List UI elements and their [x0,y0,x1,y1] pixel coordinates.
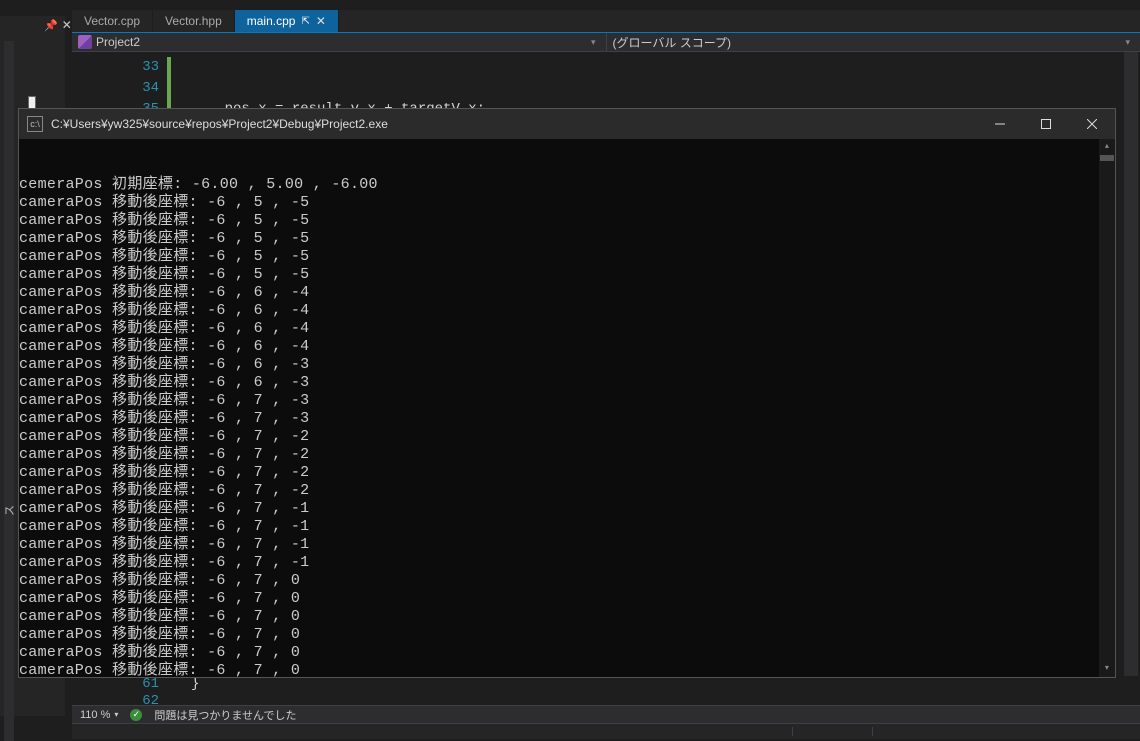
tab-vector-cpp[interactable]: Vector.cpp [72,10,153,32]
console-line: cameraPos 移動後座標: -6 , 6 , -3 [19,374,1115,392]
bottom-panel-tabs [72,723,1140,739]
tab-vector-hpp[interactable]: Vector.hpp [153,10,235,32]
zoom-level[interactable]: 110 % ▾ [80,709,118,721]
console-line: cemeraPos 初期座標: -6.00 , 5.00 , -6.00 [19,176,1115,194]
console-line: cameraPos 移動後座標: -6 , 5 , -5 [19,194,1115,212]
console-titlebar[interactable]: c:\ C:¥Users¥yw325¥source¥repos¥Project2… [19,109,1115,139]
console-line: cameraPos 移動後座標: -6 , 6 , -4 [19,302,1115,320]
project-selector[interactable]: Project2 ▾ [72,33,607,51]
console-output[interactable]: cemeraPos 初期座標: -6.00 , 5.00 , -6.00came… [19,139,1115,677]
scope-selector[interactable]: (グローバル スコープ) ▾ [607,33,1140,51]
app-icon: c:\ [27,116,43,132]
console-line: cameraPos 移動後座標: -6 , 5 , -5 [19,248,1115,266]
pin-icon[interactable]: ⇱ [301,16,309,27]
ide-root: 📌 ✕ スト Vector.cpp Vector.hpp main.cpp ⇱ … [0,0,1140,739]
project-name: Project2 [96,35,140,49]
console-title: C:¥Users¥yw325¥source¥repos¥Project2¥Deb… [51,117,388,131]
tab-bar: Vector.cpp Vector.hpp main.cpp ⇱ ✕ [72,10,1140,32]
pin-icon[interactable]: 📌 [44,19,58,32]
console-line: cameraPos 移動後座標: -6 , 7 , -2 [19,446,1115,464]
navigation-bar: Project2 ▾ (グローバル スコープ) ▾ [72,32,1140,52]
line-number: 34 [72,78,167,99]
console-line: cameraPos 移動後座標: -6 , 7 , -3 [19,392,1115,410]
console-line: cameraPos 移動後座標: -6 , 5 , -5 [19,266,1115,284]
minimize-button[interactable] [977,109,1023,139]
check-icon: ✓ [130,709,142,721]
console-line: cameraPos 移動後座標: -6 , 7 , 0 [19,626,1115,644]
tab-label: Vector.cpp [84,14,140,28]
console-line: cameraPos 移動後座標: -6 , 7 , -1 [19,500,1115,518]
console-line: cameraPos 移動後座標: -6 , 6 , -4 [19,320,1115,338]
console-line: cameraPos 移動後座標: -6 , 7 , -2 [19,428,1115,446]
tab-label: main.cpp [247,14,296,28]
close-icon[interactable]: ✕ [316,14,326,28]
chevron-down-icon: ▾ [1125,37,1130,48]
console-line: cameraPos 移動後座標: -6 , 7 , -1 [19,536,1115,554]
line-number: 61 [72,676,167,693]
maximize-button[interactable] [1023,109,1069,139]
close-icon[interactable]: ✕ [62,18,72,32]
console-line: cameraPos 移動後座標: -6 , 7 , 0 [19,608,1115,626]
console-line: cameraPos 移動後座標: -6 , 5 , -5 [19,230,1115,248]
scope-name: (グローバル スコープ) [613,34,732,51]
console-scrollbar[interactable]: ▴ ▾ [1099,139,1115,677]
status-bar: 110 % ▾ ✓ 問題は見つかりませんでした [72,705,1140,723]
scroll-thumb[interactable] [1100,155,1114,161]
console-line: cameraPos 移動後座標: -6 , 7 , -2 [19,482,1115,500]
console-line: cameraPos 移動後座標: -6 , 7 , -1 [19,518,1115,536]
status-message: 問題は見つかりませんでした [154,707,296,723]
chevron-down-icon: ▾ [114,710,118,719]
chevron-down-icon: ▾ [591,37,596,48]
close-button[interactable] [1069,109,1115,139]
console-line: cameraPos 移動後座標: -6 , 7 , -3 [19,410,1115,428]
console-line: cameraPos 移動後座標: -6 , 6 , -4 [19,338,1115,356]
console-line: cameraPos 移動後座標: -6 , 7 , -2 [19,464,1115,482]
scroll-up-icon[interactable]: ▴ [1099,139,1115,155]
console-window: c:\ C:¥Users¥yw325¥source¥repos¥Project2… [18,108,1116,678]
tab-main-cpp[interactable]: main.cpp ⇱ ✕ [235,10,339,32]
project-icon [78,35,92,49]
side-vertical-strip[interactable]: スト [4,41,14,741]
scroll-down-icon[interactable]: ▾ [1099,661,1115,677]
console-line: cameraPos 移動後座標: -6 , 7 , -1 [19,554,1115,572]
tab-label: Vector.hpp [165,14,222,28]
console-line: cameraPos 移動後座標: -6 , 6 , -4 [19,284,1115,302]
editor-scrollbar[interactable] [1124,52,1138,703]
console-line: cameraPos 移動後座標: -6 , 7 , 0 [19,662,1115,677]
console-line: cameraPos 移動後座標: -6 , 7 , 0 [19,572,1115,590]
console-line: cameraPos 移動後座標: -6 , 7 , 0 [19,644,1115,662]
code-line: } [191,676,1140,693]
console-line: cameraPos 移動後座標: -6 , 6 , -3 [19,356,1115,374]
console-line: cameraPos 移動後座標: -6 , 7 , 0 [19,590,1115,608]
console-line: cameraPos 移動後座標: -6 , 5 , -5 [19,212,1115,230]
line-number: 33 [72,57,167,78]
